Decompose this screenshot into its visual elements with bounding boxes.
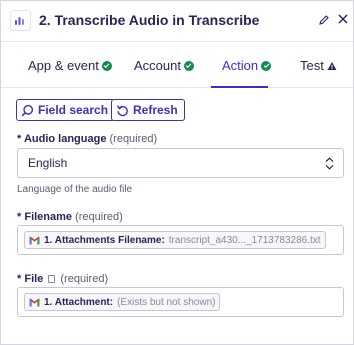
pill-value: transcript_a430..._1713783286.txt	[168, 234, 321, 246]
filename-mapped-pill[interactable]: 1. Attachments Filename: transcript_a430…	[24, 231, 326, 249]
file-icon	[48, 275, 56, 284]
field-search-label: Field search	[38, 103, 109, 117]
refresh-button[interactable]: Refresh	[111, 99, 185, 121]
pill-label: 1. Attachments Filename:	[44, 234, 165, 246]
check-circle-icon	[261, 60, 272, 71]
filename-label: * Filename (required)	[17, 211, 123, 223]
gmail-icon	[29, 298, 40, 306]
gmail-icon	[29, 236, 40, 244]
tab-label: App & event	[28, 58, 99, 73]
file-mapped-pill[interactable]: 1. Attachment: (Exists but not shown)	[24, 293, 221, 311]
close-icon[interactable]	[337, 13, 349, 25]
audio-language-select[interactable]: English	[17, 148, 344, 178]
audio-language-label: * Audio language (required)	[17, 133, 158, 145]
tab-test[interactable]: Test	[300, 58, 337, 73]
step-tabs: App & event Account Action Test	[1, 41, 353, 88]
tab-app-event[interactable]: App & event	[28, 58, 112, 73]
pill-label: 1. Attachment:	[44, 296, 114, 308]
transcribe-app-icon	[10, 10, 31, 31]
tab-account[interactable]: Account	[134, 58, 194, 73]
refresh-icon	[116, 104, 128, 116]
tab-label: Test	[300, 58, 324, 73]
file-label: * File (required)	[17, 273, 109, 285]
audio-language-value: English	[28, 156, 68, 170]
panel-header: 2. Transcribe Audio in Transcribe	[1, 1, 353, 41]
field-search-button[interactable]: Field search	[16, 99, 116, 121]
audio-language-help: Language of the audio file	[17, 184, 133, 195]
search-icon	[21, 104, 34, 116]
check-circle-icon	[101, 60, 112, 71]
active-tab-indicator	[211, 86, 268, 88]
tab-action[interactable]: Action	[222, 58, 272, 73]
refresh-label: Refresh	[133, 103, 178, 117]
chevron-up-down-icon	[325, 157, 334, 170]
warning-icon	[327, 61, 337, 70]
pill-value: (Exists but not shown)	[117, 296, 216, 308]
filename-field[interactable]: 1. Attachments Filename: transcript_a430…	[17, 225, 344, 255]
step-editor-panel: 2. Transcribe Audio in Transcribe App & …	[0, 0, 354, 345]
file-field[interactable]: 1. Attachment: (Exists but not shown)	[17, 287, 344, 317]
tab-label: Account	[134, 58, 181, 73]
step-title: 2. Transcribe Audio in Transcribe	[39, 12, 260, 28]
tab-label: Action	[222, 58, 259, 73]
pencil-icon[interactable]	[318, 14, 330, 26]
check-circle-icon	[183, 60, 194, 71]
